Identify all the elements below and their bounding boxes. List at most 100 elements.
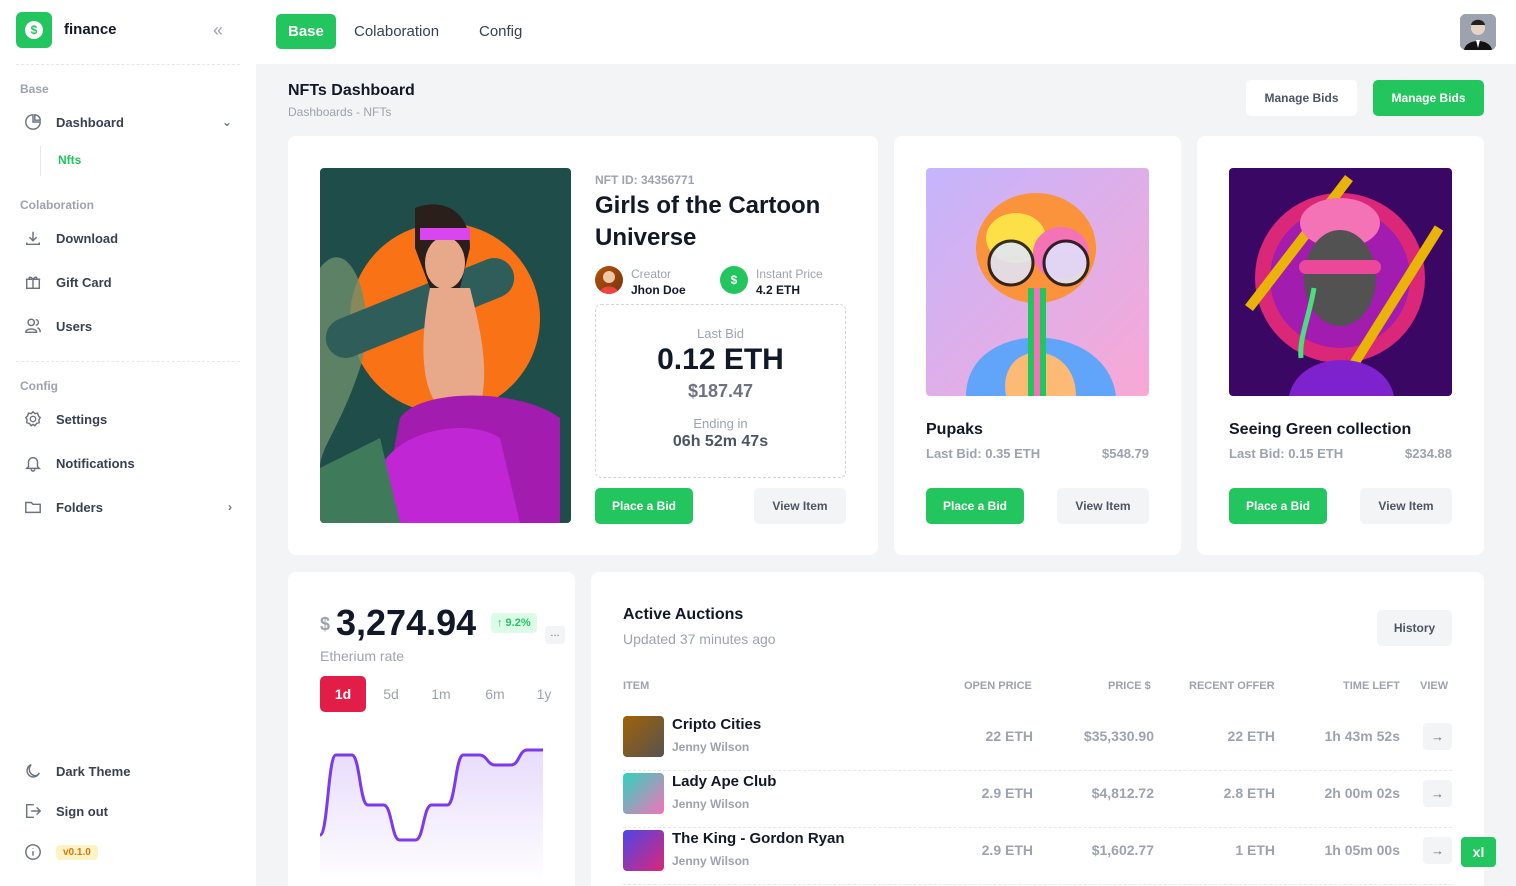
period-1d[interactable]: 1d bbox=[320, 676, 366, 712]
view-item-button[interactable]: View Item bbox=[1360, 488, 1452, 524]
sidebar-item-download[interactable]: Download bbox=[24, 224, 240, 252]
chart-area-fill bbox=[320, 750, 543, 886]
active-auctions-card: Active Auctions Updated 37 minutes ago H… bbox=[591, 572, 1484, 886]
period-5d[interactable]: 5d bbox=[368, 676, 414, 712]
sidebar-item-folders[interactable]: Folders › bbox=[24, 493, 240, 521]
featured-nft-image[interactable] bbox=[320, 168, 571, 523]
section-label-config: Config bbox=[20, 379, 58, 393]
page-title: NFTs Dashboard bbox=[288, 82, 415, 99]
top-bar: Base Colaboration Config bbox=[256, 0, 1516, 64]
gear-icon bbox=[24, 410, 42, 427]
history-button[interactable]: History bbox=[1377, 610, 1452, 646]
item-thumbnail[interactable] bbox=[623, 830, 664, 871]
column-header-view: VIEW bbox=[1420, 680, 1449, 692]
nft-id: NFT ID: 34356771 bbox=[595, 173, 695, 187]
creator-name[interactable]: Jhon Doe bbox=[631, 281, 686, 299]
nft-last-bid: Last Bid: 0.15 ETH bbox=[1229, 446, 1344, 461]
pupaks-artwork bbox=[926, 168, 1149, 396]
nft-image[interactable] bbox=[926, 168, 1149, 396]
table-row: The King - Gordon Ryan Jenny Wilson 2.9 … bbox=[623, 828, 1452, 885]
view-arrow-button[interactable]: → bbox=[1423, 780, 1452, 807]
view-item-button[interactable]: View Item bbox=[754, 488, 846, 524]
item-owner: Jenny Wilson bbox=[672, 740, 750, 754]
period-1m[interactable]: 1m bbox=[418, 676, 464, 712]
period-6m[interactable]: 6m bbox=[472, 676, 518, 712]
tab-config[interactable]: Config bbox=[467, 14, 534, 49]
sidebar-item-notifications[interactable]: Notifications bbox=[24, 449, 240, 477]
chevron-right-icon: › bbox=[228, 500, 232, 514]
sidebar-item-users[interactable]: Users bbox=[24, 312, 240, 340]
manage-bids-button-primary[interactable]: Manage Bids bbox=[1373, 80, 1484, 116]
rate-line-chart bbox=[320, 748, 543, 886]
item-name[interactable]: Lady Ape Club bbox=[672, 773, 776, 790]
creator-avatar[interactable] bbox=[595, 266, 623, 294]
dollar-coin-icon: $ bbox=[25, 21, 43, 39]
sign-out-label: Sign out bbox=[56, 803, 108, 819]
user-avatar[interactable] bbox=[1460, 14, 1496, 50]
avatar-image bbox=[1460, 14, 1496, 50]
column-header-price-usd: PRICE $ bbox=[1108, 680, 1151, 692]
instant-price-value: 4.2 ETH bbox=[756, 283, 801, 297]
column-header-open-price: OPEN PRICE bbox=[964, 680, 1032, 692]
item-thumbnail[interactable] bbox=[623, 773, 664, 814]
open-price: 22 ETH bbox=[985, 728, 1033, 744]
sidebar-item-label: Gift Card bbox=[56, 274, 112, 290]
rate-label: Etherium rate bbox=[320, 648, 405, 664]
period-1y[interactable]: 1y bbox=[521, 676, 567, 712]
sidebar-item-dashboard[interactable]: Dashboard ⌄ bbox=[24, 108, 240, 136]
sidebar-item-label: Users bbox=[56, 318, 93, 334]
place-bid-button[interactable]: Place a Bid bbox=[926, 488, 1024, 524]
sidebar-item-label: Dashboard bbox=[56, 114, 124, 130]
item-owner: Jenny Wilson bbox=[672, 797, 750, 811]
nft-image[interactable] bbox=[1229, 168, 1452, 396]
collapse-sidebar-icon[interactable]: « bbox=[213, 20, 223, 41]
app-logo[interactable]: $ bbox=[16, 12, 52, 48]
price-usd: $35,330.90 bbox=[1083, 728, 1154, 744]
table-row: Lady Ape Club Jenny Wilson 2.9 ETH $4,81… bbox=[623, 771, 1452, 828]
more-options-button[interactable]: ... bbox=[545, 626, 565, 644]
download-icon bbox=[25, 231, 41, 246]
table-row: Cripto Cities Jenny Wilson 22 ETH $35,33… bbox=[623, 714, 1452, 771]
dark-theme-toggle[interactable]: Dark Theme bbox=[24, 757, 240, 785]
version-badge: v0.1.0 bbox=[56, 844, 98, 860]
item-name[interactable]: Cripto Cities bbox=[672, 716, 761, 733]
breadcrumb[interactable]: Dashboards - NFTs bbox=[288, 105, 391, 119]
tab-base[interactable]: Base bbox=[276, 14, 336, 49]
seeing-green-artwork bbox=[1229, 168, 1452, 396]
dark-theme-label: Dark Theme bbox=[56, 763, 131, 779]
tab-colaboration[interactable]: Colaboration bbox=[342, 14, 451, 49]
recent-offer: 22 ETH bbox=[1227, 728, 1275, 744]
sign-out-button[interactable]: Sign out bbox=[24, 797, 240, 825]
view-item-button[interactable]: View Item bbox=[1057, 488, 1149, 524]
last-bid-usd: $187.47 bbox=[687, 381, 754, 401]
last-bid-label: Last Bid bbox=[697, 326, 744, 341]
recent-offer: 2.8 ETH bbox=[1223, 785, 1275, 801]
sidebar-item-label: Notifications bbox=[56, 455, 135, 471]
sidebar-item-label: Folders bbox=[56, 499, 103, 515]
item-owner: Jenny Wilson bbox=[672, 854, 750, 868]
item-thumbnail[interactable] bbox=[623, 716, 664, 757]
pie-chart-icon bbox=[25, 114, 41, 130]
gift-icon bbox=[25, 276, 41, 290]
sidebar-item-nfts[interactable]: Nfts bbox=[58, 153, 81, 167]
item-name[interactable]: The King - Gordon Ryan bbox=[672, 830, 845, 847]
open-price: 2.9 ETH bbox=[981, 842, 1033, 858]
view-arrow-button[interactable]: → bbox=[1423, 723, 1452, 750]
sidebar-item-settings[interactable]: Settings bbox=[24, 405, 240, 433]
view-arrow-button[interactable]: → bbox=[1423, 837, 1452, 864]
sidebar-item-label: Download bbox=[56, 230, 119, 246]
place-bid-button[interactable]: Place a Bid bbox=[595, 488, 693, 524]
time-left: 2h 00m 02s bbox=[1324, 785, 1401, 801]
manage-bids-button-secondary[interactable]: Manage Bids bbox=[1246, 80, 1357, 116]
column-header-time-left: TIME LEFT bbox=[1343, 680, 1400, 692]
moon-icon bbox=[26, 764, 40, 778]
sidebar-item-gift-card[interactable]: Gift Card bbox=[24, 268, 240, 296]
auctions-title: Active Auctions bbox=[623, 606, 744, 623]
last-bid-eth: 0.12 ETH bbox=[657, 343, 784, 376]
section-label-colaboration: Colaboration bbox=[20, 198, 94, 212]
version-row: v0.1.0 bbox=[24, 838, 240, 866]
time-left: 1h 43m 52s bbox=[1324, 728, 1401, 744]
place-bid-button[interactable]: Place a Bid bbox=[1229, 488, 1327, 524]
last-bid-box: Last Bid 0.12 ETH $187.47 Ending in 06h … bbox=[595, 304, 846, 478]
submenu-line bbox=[40, 146, 41, 176]
